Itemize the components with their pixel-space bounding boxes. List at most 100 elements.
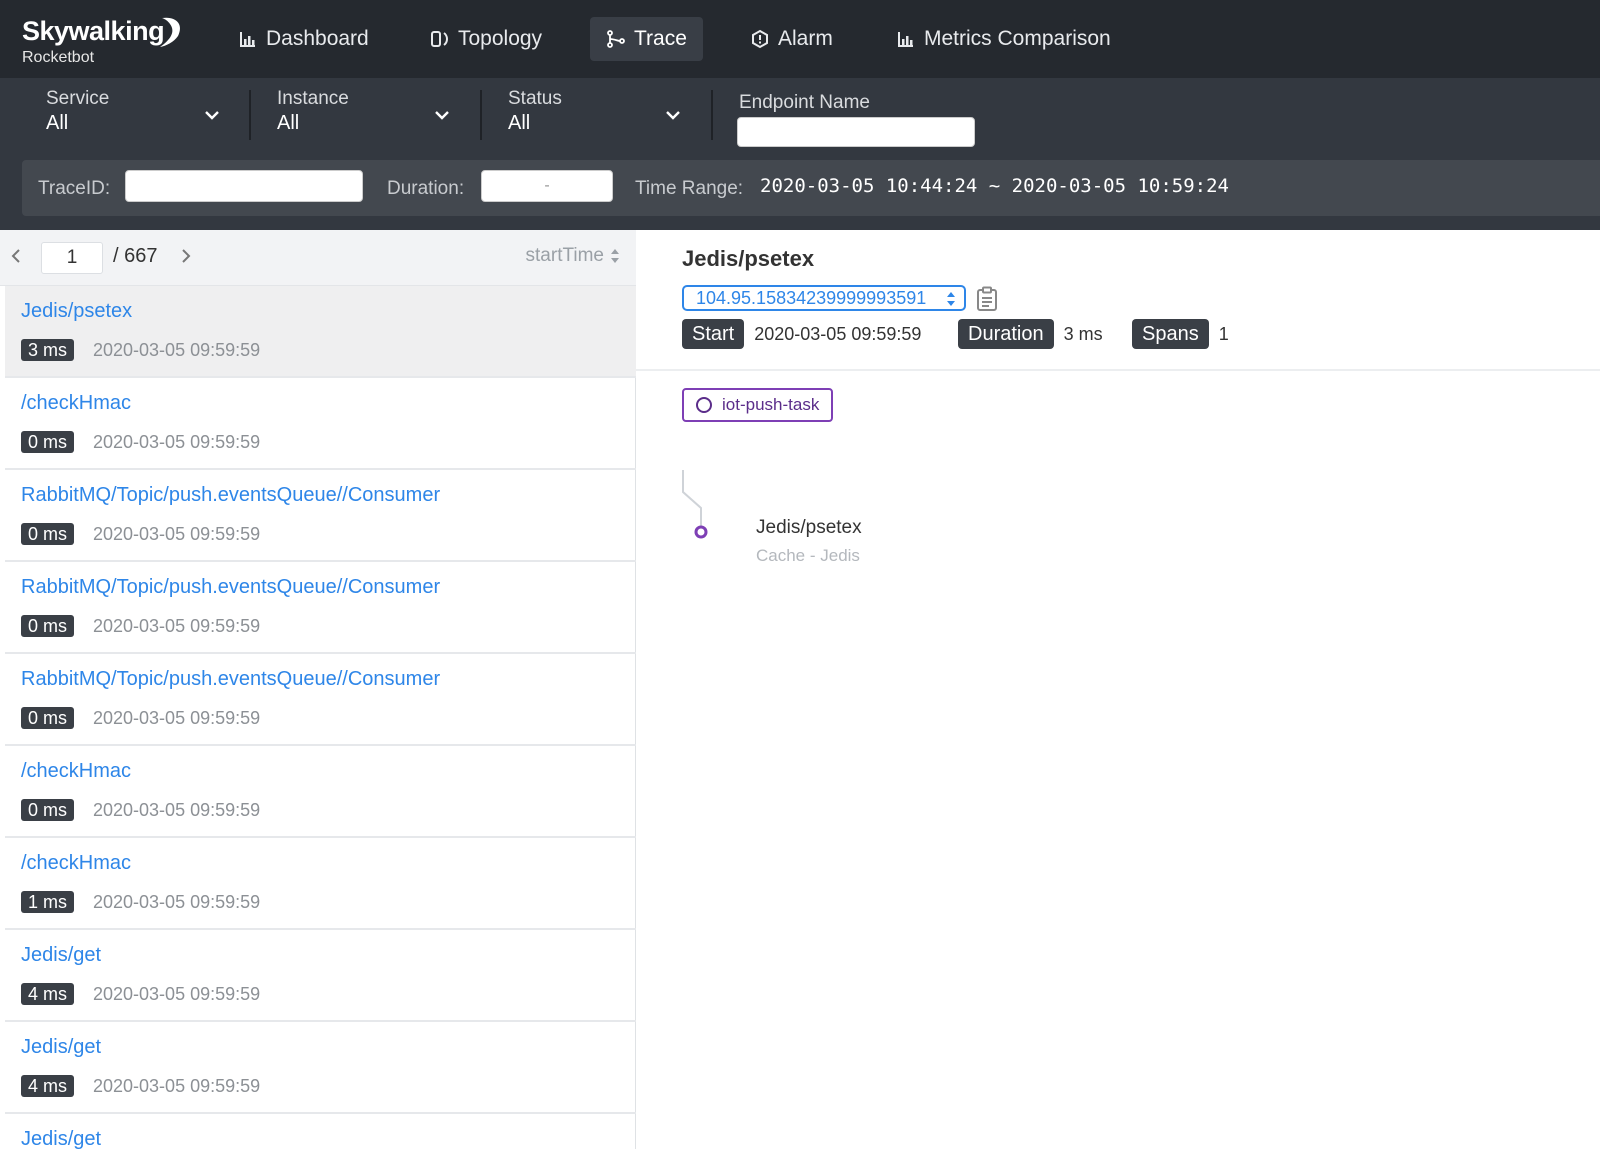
nav-label: Dashboard — [266, 27, 369, 50]
chevron-left-icon[interactable] — [10, 247, 22, 265]
trace-list-item[interactable]: RabbitMQ/Topic/push.eventsQueue//Consume… — [5, 562, 636, 654]
duration-badge: 0 ms — [21, 799, 75, 821]
clipboard-icon[interactable] — [976, 286, 998, 312]
trace-search-bar: TraceID: Duration: - Time Range: 2020-03… — [22, 160, 1600, 216]
duration-meta: Duration 3 ms — [958, 319, 1103, 349]
trace-endpoint[interactable]: /checkHmac — [21, 760, 131, 783]
traceid-input[interactable] — [125, 170, 363, 202]
trace-endpoint[interactable]: Jedis/get — [21, 1128, 101, 1149]
spans-meta: Spans 1 — [1132, 319, 1229, 349]
service-value: All — [46, 112, 69, 134]
nav-label: Metrics Comparison — [924, 27, 1111, 50]
duration-badge: 4 ms — [21, 1075, 75, 1097]
trace-start-time: 2020-03-05 09:59:59 — [93, 892, 261, 912]
duration-badge: 0 ms — [21, 615, 75, 637]
nav-alarm[interactable]: Alarm — [734, 17, 849, 61]
chevron-right-icon[interactable] — [180, 247, 192, 265]
trace-icon — [606, 29, 626, 49]
filter-divider — [711, 90, 713, 140]
duration-badge: 3 ms — [21, 339, 75, 361]
trace-start-time: 2020-03-05 09:59:59 — [93, 708, 261, 728]
topology-icon — [430, 29, 450, 49]
nav-dashboard[interactable]: Dashboard — [222, 17, 385, 61]
trace-start-time: 2020-03-05 09:59:59 — [93, 1076, 261, 1096]
sort-select[interactable]: startTime — [526, 245, 620, 267]
trace-list-item[interactable]: Jedis/get 4 ms 2020-03-05 09:59:59 — [5, 930, 636, 1022]
trace-endpoint[interactable]: RabbitMQ/Topic/push.eventsQueue//Consume… — [21, 484, 440, 507]
trace-endpoint[interactable]: RabbitMQ/Topic/push.eventsQueue//Consume… — [21, 576, 440, 599]
dashboard-icon — [238, 29, 258, 49]
trace-list-panel: 1 / 667 startTime Jedis/psetex 3 ms 2020… — [0, 230, 636, 1149]
trace-list: Jedis/psetex 3 ms 2020-03-05 09:59:59 /c… — [5, 286, 636, 1149]
trace-list-item[interactable]: Jedis/get — [5, 1114, 636, 1149]
page-input[interactable]: 1 — [41, 242, 103, 274]
service-select[interactable]: Service All — [46, 88, 226, 136]
nav-metrics-comparison[interactable]: Metrics Comparison — [880, 17, 1127, 61]
spans-tag: Spans — [1132, 319, 1209, 349]
duration-badge: 4 ms — [21, 983, 75, 1005]
nav-label: Topology — [458, 27, 543, 50]
trace-list-item[interactable]: /checkHmac 0 ms 2020-03-05 09:59:59 — [5, 746, 636, 838]
trace-start-time: 2020-03-05 09:59:59 — [93, 800, 261, 820]
span-name[interactable]: Jedis/psetex — [756, 517, 862, 539]
chevron-down-icon — [666, 111, 680, 120]
filter-divider — [480, 90, 482, 140]
metrics-icon — [896, 29, 916, 49]
status-select[interactable]: Status All — [508, 88, 688, 136]
trace-list-item[interactable]: /checkHmac 0 ms 2020-03-05 09:59:59 — [5, 378, 636, 470]
start-meta: Start 2020-03-05 09:59:59 — [682, 319, 921, 349]
logo[interactable]: Skywalking Rocketbot — [22, 16, 181, 68]
chevron-down-icon — [205, 111, 219, 120]
filter-bar: Service All Instance All Status All Endp… — [0, 78, 1600, 230]
trace-endpoint[interactable]: Jedis/get — [21, 944, 101, 967]
trace-id-value: 104.95.15834239999993591 — [696, 288, 927, 308]
trace-endpoint[interactable]: RabbitMQ/Topic/push.eventsQueue//Consume… — [21, 668, 440, 691]
trace-start-time: 2020-03-05 09:59:59 — [93, 340, 261, 360]
instance-label: Instance — [277, 88, 349, 109]
logo-swoosh-icon — [160, 17, 181, 47]
service-tag[interactable]: iot-push-task — [682, 388, 834, 422]
trace-endpoint[interactable]: /checkHmac — [21, 392, 131, 415]
top-nav: Skywalking Rocketbot Dashboard Topology … — [0, 0, 1600, 78]
nav-trace[interactable]: Trace — [590, 17, 703, 61]
trace-start-time: 2020-03-05 09:59:59 — [93, 524, 261, 544]
trace-start-time: 2020-03-05 09:59:59 — [93, 984, 261, 1004]
duration-value: 3 ms — [1063, 323, 1103, 344]
time-range-value[interactable]: 2020-03-05 10:44:24 ~ 2020-03-05 10:59:2… — [760, 175, 1229, 197]
duration-badge: 0 ms — [21, 523, 75, 545]
service-label: Service — [46, 88, 110, 109]
duration-badge: 0 ms — [21, 431, 75, 453]
time-range-label: Time Range: — [635, 178, 744, 199]
duration-input[interactable]: - — [481, 170, 613, 202]
sort-icon — [611, 249, 619, 263]
nav-label: Alarm — [778, 27, 833, 50]
endpoint-label: Endpoint Name — [739, 92, 870, 113]
trace-list-item[interactable]: Jedis/get 4 ms 2020-03-05 09:59:59 — [5, 1022, 636, 1114]
duration-badge: 1 ms — [21, 891, 75, 913]
duration-badge: 0 ms — [21, 707, 75, 729]
trace-detail-title: Jedis/psetex — [682, 246, 815, 271]
select-arrows-icon — [947, 292, 955, 306]
trace-list-item[interactable]: /checkHmac 1 ms 2020-03-05 09:59:59 — [5, 838, 636, 930]
status-label: Status — [508, 88, 562, 109]
filter-divider — [249, 90, 251, 140]
trace-list-item[interactable]: RabbitMQ/Topic/push.eventsQueue//Consume… — [5, 470, 636, 562]
detail-divider — [636, 369, 1600, 371]
chevron-down-icon — [435, 111, 449, 120]
duration-tag: Duration — [958, 319, 1054, 349]
trace-endpoint[interactable]: Jedis/get — [21, 1036, 101, 1059]
traceid-label: TraceID: — [38, 178, 111, 199]
trace-list-item[interactable]: Jedis/psetex 3 ms 2020-03-05 09:59:59 — [5, 286, 636, 378]
endpoint-name-input[interactable] — [737, 117, 975, 147]
trace-endpoint[interactable]: Jedis/psetex — [21, 300, 132, 323]
trace-detail-panel: Jedis/psetex 104.95.15834239999993591 St… — [636, 230, 1600, 1149]
span-layer: Cache - Jedis — [756, 546, 860, 565]
nav-topology[interactable]: Topology — [414, 17, 558, 61]
trace-endpoint[interactable]: /checkHmac — [21, 852, 131, 875]
instance-select[interactable]: Instance All — [277, 88, 457, 136]
start-value: 2020-03-05 09:59:59 — [754, 323, 922, 344]
nav-label: Trace — [634, 27, 687, 50]
trace-list-item[interactable]: RabbitMQ/Topic/push.eventsQueue//Consume… — [5, 654, 636, 746]
sort-label: startTime — [525, 245, 604, 266]
trace-id-select[interactable]: 104.95.15834239999993591 — [682, 285, 966, 311]
